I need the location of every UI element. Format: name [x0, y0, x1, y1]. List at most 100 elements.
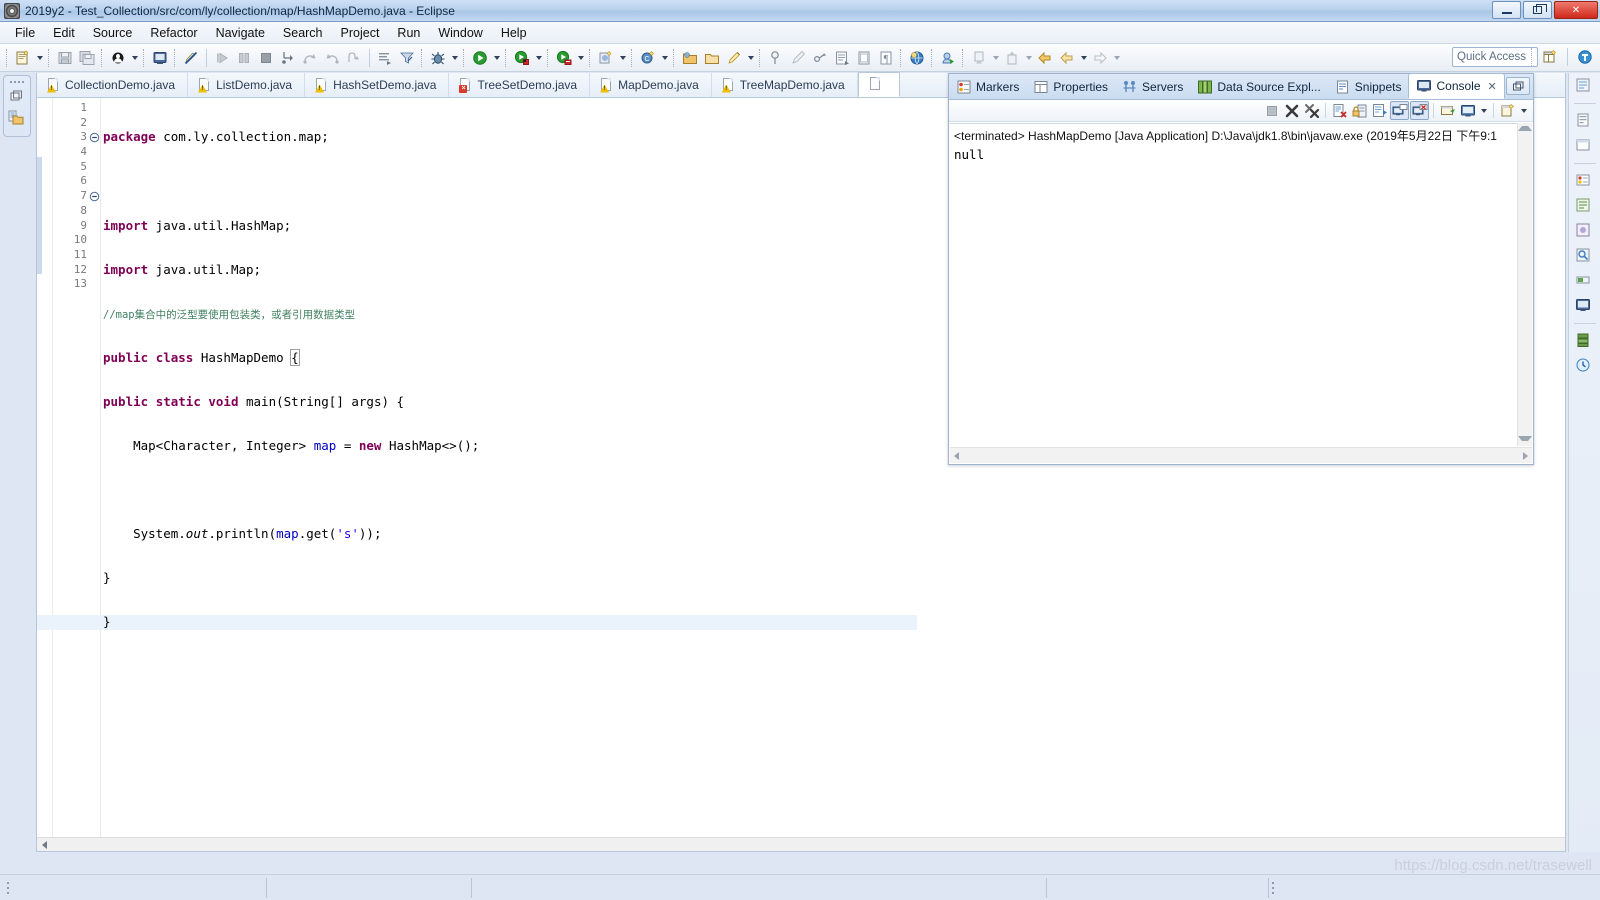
search-icon[interactable]: [906, 47, 928, 69]
console-output-area[interactable]: <terminated> HashMapDemo [Java Applicati…: [950, 123, 1532, 446]
coverage-dropdown-icon[interactable]: [575, 47, 586, 69]
forward-dropdown-icon[interactable]: [1111, 47, 1122, 69]
menu-help[interactable]: Help: [492, 24, 536, 42]
editor-horizontal-scrollbar[interactable]: [37, 837, 1565, 851]
console-view-icon[interactable]: [1575, 297, 1595, 317]
open-document-icon[interactable]: [853, 47, 875, 69]
java-perspective-icon[interactable]: [1574, 46, 1596, 68]
view-menu-icon[interactable]: [1518, 100, 1529, 122]
task-list-icon[interactable]: [1575, 112, 1595, 132]
editor-tab-hashmapdemo[interactable]: [857, 72, 900, 97]
next-edit-icon[interactable]: [809, 47, 831, 69]
word-wrap-icon[interactable]: [1370, 101, 1389, 120]
menu-run[interactable]: Run: [388, 24, 429, 42]
new-java-project-dropdown-icon[interactable]: [617, 47, 628, 69]
progress-view-icon[interactable]: [1575, 272, 1595, 292]
run-coverage-icon[interactable]: [553, 47, 575, 69]
restore-view-icon[interactable]: [8, 88, 26, 106]
history-view-icon[interactable]: [1575, 357, 1595, 377]
minimize-button[interactable]: [1492, 1, 1521, 19]
remove-launch-icon[interactable]: [1282, 101, 1301, 120]
instruction-stepping-icon[interactable]: [374, 47, 396, 69]
open-folder-icon[interactable]: [679, 47, 701, 69]
skip-breakpoints-icon[interactable]: [107, 47, 129, 69]
skip-breakpoints-dropdown-icon[interactable]: [129, 47, 140, 69]
open-console-icon[interactable]: [1498, 101, 1517, 120]
declaration-view-icon[interactable]: [1575, 222, 1595, 242]
restore-button[interactable]: [1523, 1, 1552, 19]
scroll-lock-icon[interactable]: [1350, 101, 1369, 120]
editor-tab-hashsetdemo[interactable]: ! HashSetDemo.java: [305, 73, 450, 97]
new-class-dropdown-icon[interactable]: [659, 47, 670, 69]
new-class-icon[interactable]: C: [637, 47, 659, 69]
menu-search[interactable]: Search: [274, 24, 332, 42]
status-drag-handle[interactable]: [1269, 878, 1277, 898]
new-java-project-icon[interactable]: [595, 47, 617, 69]
open-task-icon[interactable]: [831, 47, 853, 69]
external-tools-dropdown-icon[interactable]: [533, 47, 544, 69]
remove-all-terminated-icon[interactable]: [1302, 101, 1321, 120]
console-vertical-scrollbar[interactable]: [1517, 123, 1532, 446]
javadoc-view-icon[interactable]: [1575, 197, 1595, 217]
menu-refactor[interactable]: Refactor: [141, 24, 206, 42]
show-console-on-output-icon[interactable]: [1390, 101, 1409, 120]
pin-icon[interactable]: [765, 47, 787, 69]
back-dropdown-icon[interactable]: [1078, 47, 1089, 69]
close-icon[interactable]: ✕: [1488, 80, 1497, 93]
fold-toggle-import[interactable]: [89, 130, 100, 145]
use-step-filters-icon[interactable]: [396, 47, 418, 69]
search-view-icon[interactable]: [1575, 247, 1595, 267]
new-wizard-icon[interactable]: [12, 47, 34, 69]
run-external-tools-icon[interactable]: [511, 47, 533, 69]
back-icon[interactable]: [1034, 47, 1056, 69]
run-dropdown-icon[interactable]: [491, 47, 502, 69]
debug-console-icon[interactable]: [149, 47, 171, 69]
prev-annotation-dropdown-icon[interactable]: [1023, 47, 1034, 69]
next-annotation-dropdown-icon[interactable]: [990, 47, 1001, 69]
view-tab-console[interactable]: Console ✕: [1408, 73, 1505, 99]
menu-project[interactable]: Project: [332, 24, 389, 42]
menu-window[interactable]: Window: [429, 24, 491, 42]
editor-tab-collectiondemo[interactable]: ! CollectionDemo.java: [37, 73, 189, 97]
display-selected-console-icon[interactable]: [1458, 101, 1477, 120]
view-tab-properties[interactable]: Properties: [1026, 74, 1115, 99]
forward-history-icon[interactable]: [1056, 47, 1078, 69]
debug-dropdown-icon[interactable]: [449, 47, 460, 69]
pin-console-icon[interactable]: [1438, 101, 1457, 120]
problems-view-icon[interactable]: [1575, 172, 1595, 192]
scroll-left-icon[interactable]: [954, 451, 959, 460]
new-annotation-dropdown-icon[interactable]: [745, 47, 756, 69]
outline-view-icon[interactable]: [1575, 77, 1595, 97]
console-dropdown-icon[interactable]: [1478, 100, 1489, 122]
console-horizontal-scrollbar[interactable]: [950, 447, 1532, 463]
scroll-right-icon[interactable]: [1523, 451, 1528, 460]
menu-edit[interactable]: Edit: [44, 24, 84, 42]
templates-view-icon[interactable]: [1575, 137, 1595, 157]
scroll-left-icon[interactable]: [37, 838, 51, 852]
drag-handle-dots[interactable]: [9, 79, 25, 85]
no-edit-icon[interactable]: [180, 47, 202, 69]
save-icon[interactable]: [54, 47, 76, 69]
run-icon[interactable]: [469, 47, 491, 69]
view-tab-markers[interactable]: Markers: [949, 74, 1026, 99]
editor-tab-treesetdemo[interactable]: × TreeSetDemo.java: [449, 73, 591, 97]
menu-navigate[interactable]: Navigate: [207, 24, 274, 42]
view-tab-servers[interactable]: Servers: [1115, 74, 1190, 99]
editor-tab-listdemo[interactable]: ! ListDemo.java: [188, 73, 306, 97]
editor-tab-mapdemo[interactable]: ! MapDemo.java: [590, 73, 712, 97]
quick-access-input[interactable]: Quick Access: [1452, 47, 1538, 67]
view-tab-snippets[interactable]: Snippets: [1328, 74, 1409, 99]
debug-bug-icon[interactable]: [427, 47, 449, 69]
show-console-on-error-icon[interactable]: [1410, 101, 1429, 120]
scroll-up-icon[interactable]: [1518, 126, 1532, 131]
save-all-icon[interactable]: [76, 47, 98, 69]
restore-view-icon[interactable]: [1506, 77, 1530, 95]
fold-toggle-method[interactable]: [89, 189, 100, 204]
menu-file[interactable]: File: [6, 24, 44, 42]
scroll-down-icon[interactable]: [1518, 433, 1532, 444]
close-button[interactable]: ✕: [1554, 1, 1598, 19]
servers-view-icon[interactable]: [1575, 332, 1595, 352]
status-drag-handle[interactable]: [4, 878, 12, 898]
clear-console-icon[interactable]: [1330, 101, 1349, 120]
view-tab-data-source-explorer[interactable]: Data Source Expl...: [1190, 74, 1327, 99]
